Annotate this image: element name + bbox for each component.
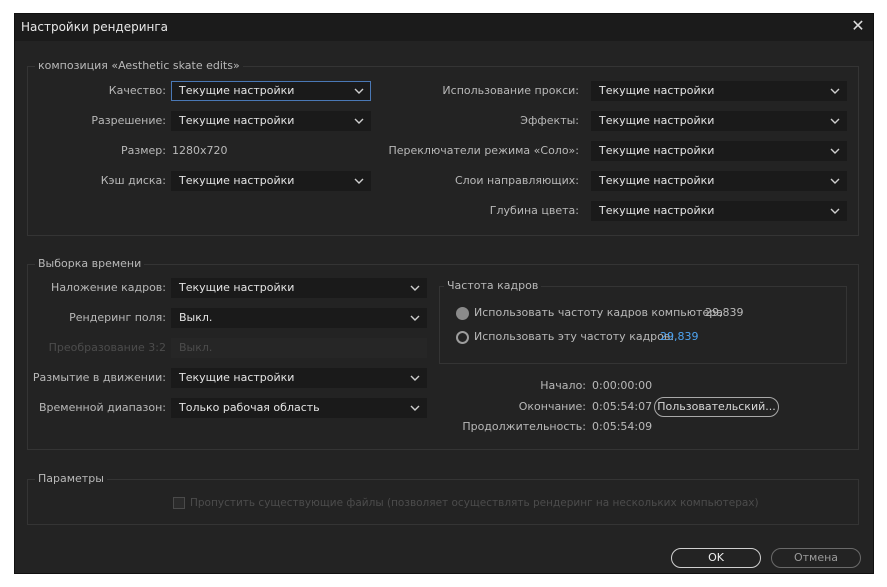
quality-value: Текущие настройки <box>179 84 295 97</box>
color-depth-value: Текущие настройки <box>599 204 715 217</box>
quality-label: Качество: <box>108 84 166 97</box>
proxy-select[interactable]: Текущие настройки <box>591 81 847 101</box>
time-span-select[interactable]: Только рабочая область <box>171 398 427 418</box>
proxy-value: Текущие настройки <box>599 84 715 97</box>
end-value: 0:05:54:07 <box>592 400 653 413</box>
time-sampling-legend: Выборка времени <box>35 257 145 270</box>
guide-layers-value: Текущие настройки <box>599 174 715 187</box>
options-legend: Параметры <box>35 472 107 485</box>
pulldown-value: Выкл. <box>179 341 213 354</box>
ok-button[interactable]: OK <box>671 548 761 568</box>
chevron-down-icon <box>410 315 420 321</box>
chevron-down-icon <box>354 178 364 184</box>
chevron-down-icon <box>410 375 420 381</box>
motion-blur-value: Текущие настройки <box>179 371 295 384</box>
duration-value: 0:05:54:09 <box>592 420 653 433</box>
comp-frame-rate-value: 29,839 <box>705 306 744 319</box>
pulldown-label: Преобразование 3:2 <box>48 341 166 354</box>
size-label: Размер: <box>121 144 166 157</box>
pulldown-select: Выкл. <box>171 338 427 358</box>
motion-blur-select[interactable]: Текущие настройки <box>171 368 427 388</box>
effects-select[interactable]: Текущие настройки <box>591 111 847 131</box>
title-bar: Настройки рендеринга ✕ <box>15 14 873 41</box>
resolution-label: Разрешение: <box>91 114 166 127</box>
duration-label: Продолжительность: <box>462 420 586 433</box>
field-render-select[interactable]: Выкл. <box>171 308 427 328</box>
frame-blending-label: Наложение кадров: <box>51 281 166 294</box>
chevron-down-icon <box>410 405 420 411</box>
chevron-down-icon <box>830 88 840 94</box>
cancel-button[interactable]: Отмена <box>771 548 861 568</box>
start-label: Начало: <box>540 379 586 392</box>
proxy-label: Использование прокси: <box>442 84 579 97</box>
solo-switches-value: Текущие настройки <box>599 144 715 157</box>
custom-time-span-button[interactable]: Пользовательский... <box>654 397 779 417</box>
use-comp-frame-rate-label[interactable]: Использовать частоту кадров компьютера <box>474 306 723 319</box>
time-span-value: Только рабочая область <box>179 401 320 414</box>
chevron-down-icon <box>830 208 840 214</box>
size-value: 1280x720 <box>172 144 228 157</box>
use-this-frame-rate-radio[interactable] <box>456 331 469 344</box>
field-render-value: Выкл. <box>179 311 213 324</box>
frame-rate-legend: Частота кадров <box>444 279 542 292</box>
chevron-down-icon <box>410 285 420 291</box>
render-settings-dialog: Настройки рендеринга ✕ композиция «Aesth… <box>14 13 874 574</box>
color-depth-label: Глубина цвета: <box>489 204 579 217</box>
use-comp-frame-rate-radio[interactable] <box>456 307 469 320</box>
this-frame-rate-value[interactable]: 29,839 <box>660 330 699 343</box>
disk-cache-value: Текущие настройки <box>179 174 295 187</box>
frame-blending-value: Текущие настройки <box>179 281 295 294</box>
chevron-down-icon <box>830 178 840 184</box>
skip-existing-checkbox <box>173 497 185 509</box>
composition-legend: композиция «Aesthetic skate edits» <box>35 59 243 72</box>
motion-blur-label: Размытие в движении: <box>32 371 166 384</box>
disk-cache-label: Кэш диска: <box>100 174 166 187</box>
guide-layers-select[interactable]: Текущие настройки <box>591 171 847 191</box>
field-render-label: Рендеринг поля: <box>69 311 166 324</box>
solo-switches-label: Переключатели режима «Соло»: <box>388 144 580 157</box>
frame-blending-select[interactable]: Текущие настройки <box>171 278 427 298</box>
time-span-label: Временной диапазон: <box>38 401 166 414</box>
effects-label: Эффекты: <box>520 114 579 127</box>
frame-rate-group <box>439 286 847 364</box>
chevron-down-icon <box>830 148 840 154</box>
chevron-down-icon <box>354 118 364 124</box>
solo-switches-select[interactable]: Текущие настройки <box>591 141 847 161</box>
resolution-value: Текущие настройки <box>179 114 295 127</box>
effects-value: Текущие настройки <box>599 114 715 127</box>
skip-existing-label: Пропустить существующие файлы (позволяет… <box>190 497 759 509</box>
end-label: Окончание: <box>518 400 586 413</box>
quality-select[interactable]: Текущие настройки <box>171 81 371 101</box>
resolution-select[interactable]: Текущие настройки <box>171 111 371 131</box>
close-icon[interactable]: ✕ <box>849 17 867 35</box>
color-depth-select[interactable]: Текущие настройки <box>591 201 847 221</box>
start-value: 0:00:00:00 <box>592 379 653 392</box>
guide-layers-label: Слои направляющих: <box>454 174 579 187</box>
chevron-down-icon <box>830 118 840 124</box>
dialog-title: Настройки рендеринга <box>21 20 169 34</box>
use-this-frame-rate-label[interactable]: Использовать эту частоту кадров: <box>474 330 674 343</box>
chevron-down-icon <box>354 88 364 94</box>
disk-cache-select[interactable]: Текущие настройки <box>171 171 371 191</box>
